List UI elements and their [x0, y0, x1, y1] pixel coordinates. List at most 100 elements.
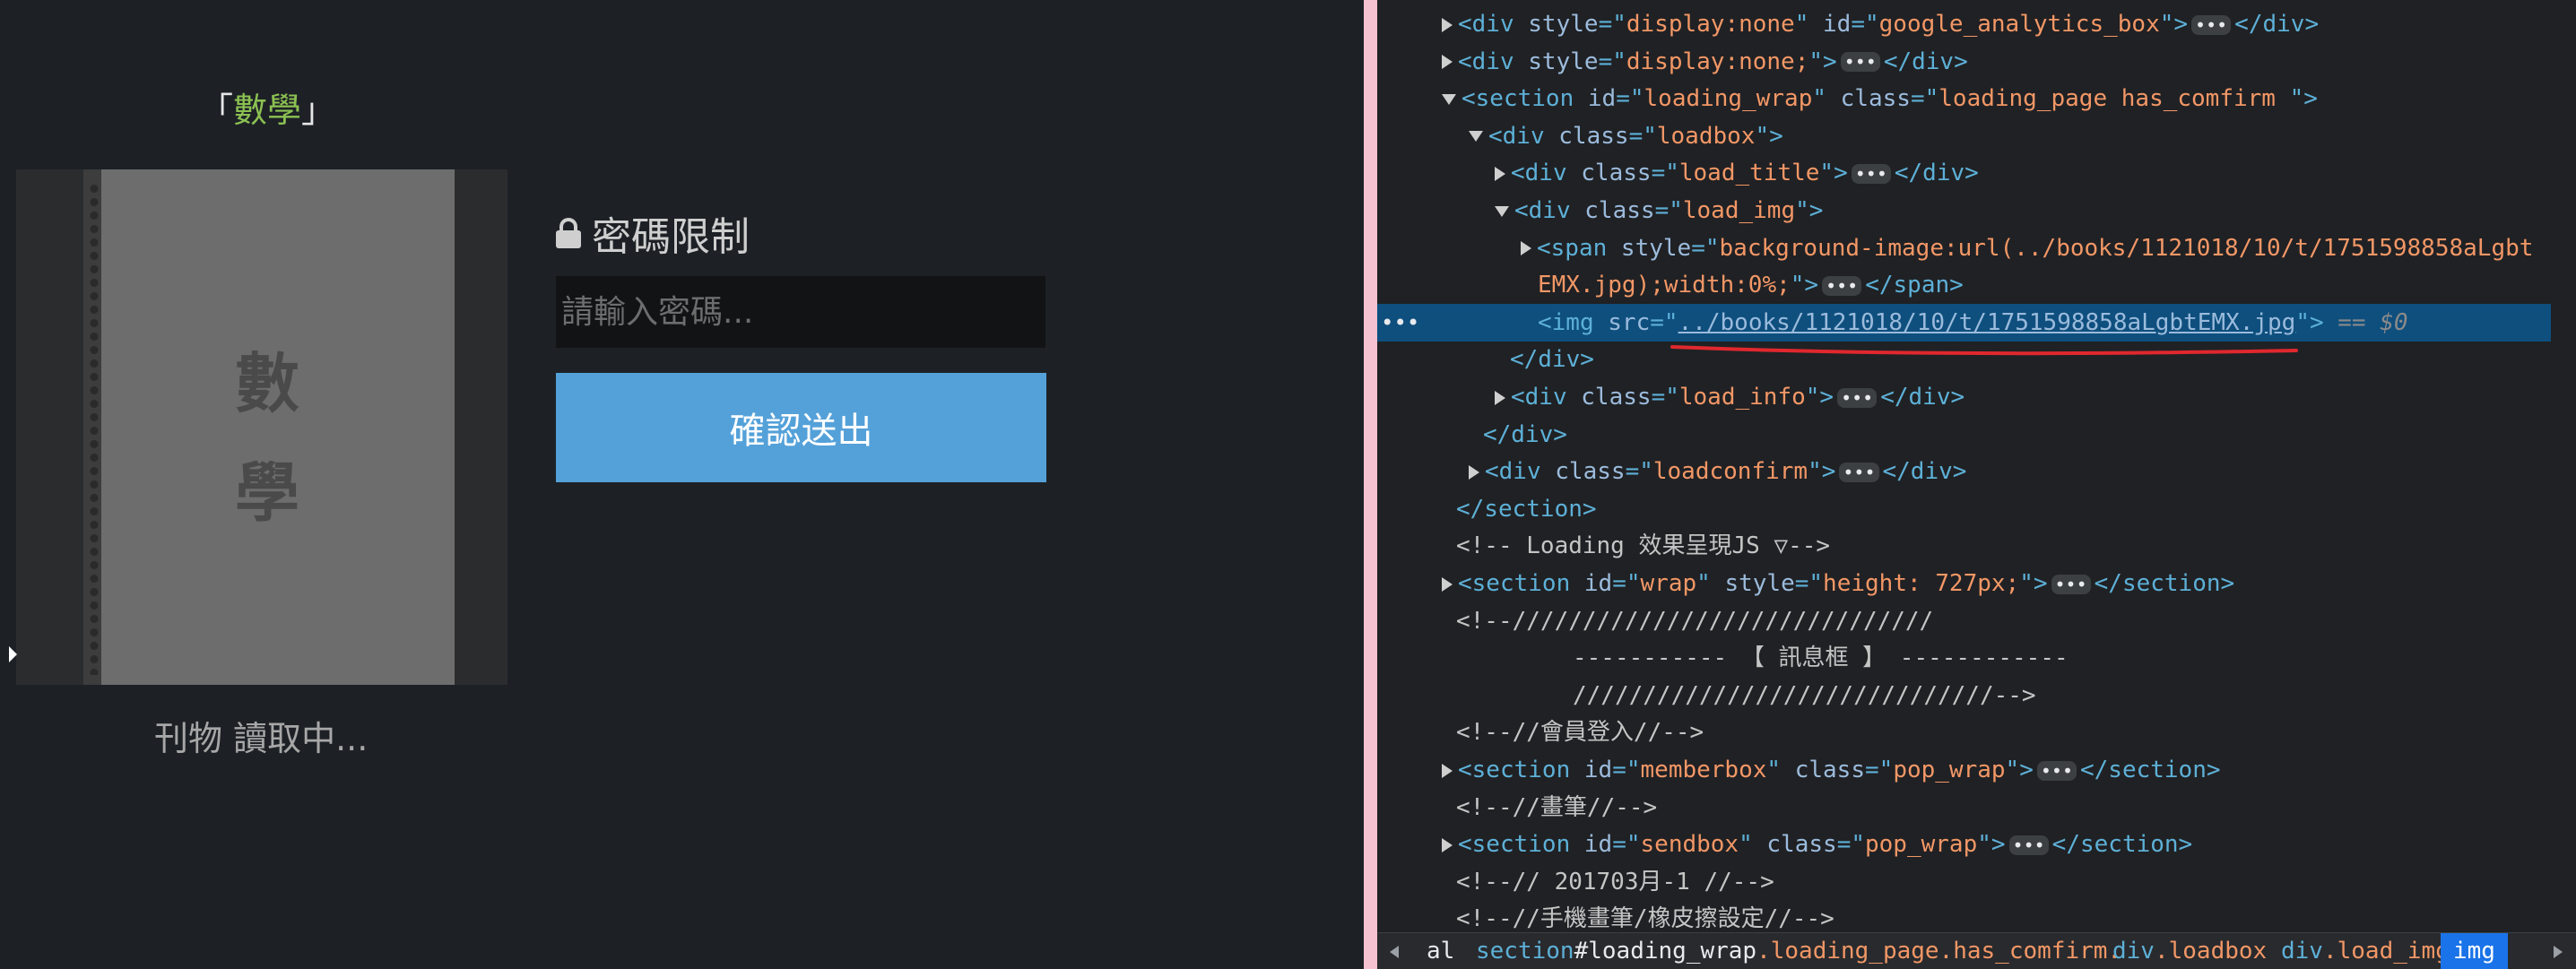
dom-token: "> [1808, 48, 1837, 75]
breadcrumb-scroll-left-icon[interactable] [1390, 946, 1399, 958]
dom-token: "> [2005, 757, 2034, 783]
dom-token: " [1696, 570, 1725, 597]
breadcrumb-item[interactable]: al [1427, 933, 1454, 969]
collapse-arrow-icon[interactable] [9, 646, 17, 662]
breadcrumb-item[interactable]: img [2441, 933, 2508, 969]
dom-token: <img [1538, 308, 1609, 336]
expanded-arrow-icon[interactable] [1442, 93, 1456, 105]
dom-token: "> [2295, 308, 2324, 336]
dom-node[interactable]: <div class="load_info"> ••• </div> [1377, 378, 2551, 416]
dom-token: <!--//會員登入//--> [1456, 719, 1704, 747]
dom-token: class [1581, 384, 1652, 411]
collapsed-arrow-icon[interactable] [1442, 55, 1453, 70]
dom-node[interactable]: <section id="sendbox" class="pop_wrap"> •… [1377, 826, 2551, 863]
dom-node[interactable]: <!-- Loading 效果呈現JS ▽--> [1377, 527, 2551, 565]
dom-token: " [1794, 11, 1824, 38]
dom-token: <!--////////////////////////////// [1456, 607, 1934, 635]
dom-node[interactable]: </div> [1377, 416, 2551, 454]
expand-ellipsis-icon[interactable]: ••• [2036, 760, 2077, 781]
dom-node[interactable]: <!--////////////////////////////// [1377, 602, 2551, 640]
expand-ellipsis-icon[interactable]: ••• [1839, 462, 1879, 482]
dom-node[interactable]: <div class="loadbox"> [1377, 117, 2551, 155]
collapsed-arrow-icon[interactable] [1442, 837, 1453, 852]
breadcrumb-item[interactable]: section#loading_wrap.loading_page.has_co… [1476, 933, 2121, 969]
collapsed-arrow-icon[interactable] [1469, 464, 1479, 480]
book-title-text: 數學 [233, 91, 302, 130]
dom-token: loading_page has_comfirm [1939, 85, 2290, 113]
expand-ellipsis-icon[interactable]: ••• [2191, 14, 2232, 35]
panel-divider[interactable] [1364, 0, 1377, 969]
dom-node[interactable]: <!--//會員登入//--> [1377, 714, 2551, 751]
breadcrumb-token: img [2453, 938, 2495, 965]
password-input[interactable] [556, 276, 1045, 348]
dom-token: //////////////////////////////--> [1573, 681, 2036, 709]
collapsed-arrow-icon[interactable] [1521, 241, 1531, 256]
dom-token: =" [1836, 831, 1865, 859]
dom-token: class [1840, 85, 1911, 113]
dom-node[interactable]: ----------- 【 訊息框 】 ------------ [1377, 639, 2551, 677]
expand-ellipsis-icon[interactable]: ••• [1837, 387, 1878, 408]
collapsed-arrow-icon[interactable] [1442, 763, 1453, 778]
dom-node[interactable]: <span style="background-image:url(../boo… [1377, 229, 2551, 267]
breadcrumb-item[interactable]: div.loadbox [2112, 933, 2267, 969]
breadcrumb-token: section [1476, 938, 1574, 965]
collapsed-arrow-icon[interactable] [1495, 166, 1505, 181]
dom-node[interactable]: <!--//畫筆//--> [1377, 789, 2551, 826]
dom-node[interactable]: //////////////////////////////--> [1377, 677, 2551, 714]
dom-token: </section> [2051, 831, 2193, 859]
breadcrumb: al section#loading_wrap.loading_page.has_… [1377, 932, 2576, 969]
expand-ellipsis-icon[interactable]: ••• [2051, 574, 2091, 594]
breadcrumb-item[interactable]: div.load_img [2281, 933, 2450, 969]
breadcrumb-token: al [1427, 938, 1455, 965]
dom-node-selected[interactable]: ••• <img src="../books/1121018/10/t/17515… [1377, 303, 2551, 342]
dom-node[interactable]: <section id="memberbox" class="pop_wrap"… [1377, 751, 2551, 789]
dom-token: </div> [1510, 346, 1594, 374]
dom-node[interactable]: EMX.jpg);width:0%;"> ••• </span> [1377, 266, 2551, 304]
dom-node[interactable]: <section id="wrap" style="height: 727px;… [1377, 565, 2551, 602]
expanded-arrow-icon[interactable] [1495, 205, 1509, 217]
notebook-spine [83, 169, 101, 685]
dom-token: <div [1514, 197, 1585, 224]
spiral-rings-icon [89, 182, 100, 675]
node-menu-icon[interactable]: ••• [1381, 304, 1419, 342]
collapsed-arrow-icon[interactable] [1442, 17, 1453, 32]
dom-token: <!--//手機畫筆/橡皮擦設定//--> [1456, 905, 1834, 933]
dom-token[interactable]: ../books/1121018/10/t/1751598858aLgbtEMX… [1678, 309, 2296, 336]
dom-token: =" [1651, 384, 1679, 411]
dom-token: id [1583, 570, 1613, 597]
bracket-open: 「 [199, 91, 234, 130]
dom-node[interactable]: </section> [1377, 490, 2551, 528]
dom-token: style [1528, 48, 1599, 75]
dom-node[interactable]: <div class="load_title"> ••• </div> [1377, 154, 2551, 192]
dom-token: <div [1511, 384, 1582, 411]
dom-node[interactable]: <div style="display:none;"> ••• </div> [1377, 43, 2551, 81]
dom-token: loadbox [1656, 122, 1756, 150]
expand-ellipsis-icon[interactable]: ••• [1840, 52, 1880, 73]
dom-token: <section [1458, 757, 1584, 783]
dom-node[interactable]: <!--// 201703月-1 //--> [1377, 863, 2551, 901]
submit-button[interactable]: 確認送出 [556, 373, 1046, 482]
dom-token: style [1724, 570, 1795, 597]
dom-node[interactable]: <div class="loadconfirm"> ••• </div> [1377, 453, 2551, 490]
dom-token: <section [1458, 831, 1584, 859]
dom-token: "> [1755, 122, 1783, 150]
expanded-arrow-icon[interactable] [1469, 131, 1483, 143]
dom-token: =" [1628, 122, 1657, 150]
dom-tree-scrollbar[interactable] [2551, 0, 2576, 932]
dom-node[interactable]: <section id="loading_wrap" class="loadin… [1377, 80, 2551, 117]
dom-token: </div> [1483, 420, 1567, 448]
expand-ellipsis-icon[interactable]: ••• [1851, 163, 1891, 184]
dom-token: <div [1488, 122, 1559, 150]
breadcrumb-scroll-right-icon[interactable] [2554, 946, 2563, 958]
collapsed-arrow-icon[interactable] [1442, 576, 1453, 592]
dom-token: loading_wrap [1644, 85, 1813, 113]
dom-node[interactable]: <div style="display:none" id="google_ana… [1377, 5, 2551, 43]
expand-ellipsis-icon[interactable]: ••• [1822, 275, 1862, 296]
dom-node[interactable]: <div class="load_img"> [1377, 192, 2551, 229]
collapsed-arrow-icon[interactable] [1495, 390, 1505, 405]
expand-ellipsis-icon[interactable]: ••• [2008, 835, 2049, 855]
dom-token: <div [1458, 11, 1529, 38]
book-title: 「數學」 [199, 82, 335, 132]
dom-token: </section> [1456, 495, 1597, 523]
dom-token: wrap [1640, 570, 1697, 597]
